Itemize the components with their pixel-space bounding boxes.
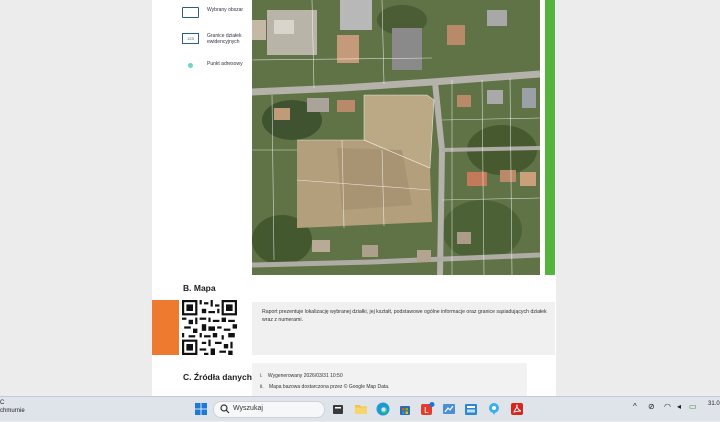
selected-area-swatch-icon (182, 7, 199, 18)
legend-label: Granice działek ewidencyjnych (207, 33, 242, 45)
legend-address-point: Punkt adresowy (180, 60, 250, 80)
store-icon[interactable] (397, 401, 413, 417)
taskbar-clock[interactable]: 31.0 (708, 401, 720, 407)
report-description: Raport prezentuje lokalizację wybranej d… (262, 309, 547, 323)
report-page: Wybrany obszar 123 Granice działek ewide… (152, 0, 556, 396)
source-item: ii. Mapa bazowa dostarczona przez © Goog… (260, 384, 389, 390)
volume-icon[interactable]: ◂ (677, 402, 681, 411)
source-item: i. Wygenerowany 2026/03/31 10:50 (260, 373, 343, 379)
svg-text:L: L (424, 406, 429, 415)
notifications-off-icon[interactable]: ⊘ (648, 402, 655, 411)
section-c-title: C. Źródła danych (183, 372, 252, 382)
search-placeholder: Wyszukaj (233, 405, 263, 412)
section-b-title: B. Mapa (183, 283, 216, 293)
wifi-icon[interactable]: ◠ (664, 402, 671, 411)
battery-icon[interactable]: ▭ (689, 402, 697, 411)
source-text: Mapa bazowa dostarczona przez © Google M… (269, 384, 390, 390)
onedrive-icon[interactable] (441, 401, 457, 417)
address-point-dot-icon (188, 63, 193, 68)
qr-code-image (182, 300, 237, 355)
map-legend: Wybrany obszar 123 Granice działek ewide… (180, 0, 250, 80)
maps-app-icon[interactable] (486, 401, 502, 417)
windows-taskbar: C chmurnie Wyszukaj L ^ ⊘ ◠ ◂ ▭ 31.0 (0, 396, 720, 421)
parcel-boundary-swatch-icon: 123 (182, 33, 199, 44)
source-text: Wygenerowany 2026/03/31 10:50 (267, 373, 343, 379)
legend-parcel-boundaries: 123 Granice działek ewidencyjnych (180, 32, 250, 54)
weather-widget[interactable]: C chmurnie (0, 399, 25, 415)
legend-selected-area: Wybrany obszar (180, 6, 250, 26)
legend-label: Punkt adresowy (207, 61, 243, 67)
windows-start-icon[interactable] (193, 401, 209, 417)
green-accent-bar (545, 0, 555, 275)
list-marker: i. (260, 373, 263, 379)
show-hidden-icons-chevron-icon[interactable]: ^ (633, 402, 637, 411)
satellite-imagery (252, 0, 540, 275)
description-box: Raport prezentuje lokalizację wybranej d… (252, 302, 555, 355)
edge-browser-icon[interactable] (375, 401, 391, 417)
weather-temp: C (0, 400, 5, 406)
file-explorer-icon[interactable] (353, 401, 369, 417)
search-icon (220, 404, 230, 414)
settings-app-icon[interactable] (463, 401, 479, 417)
satellite-map[interactable] (252, 0, 540, 275)
qr-code[interactable] (182, 300, 237, 355)
orange-accent-block (152, 300, 179, 355)
weather-desc: chmurnie (0, 408, 25, 414)
taskbar-search-input[interactable]: Wyszukaj (213, 401, 325, 418)
legend-label: Wybrany obszar (207, 7, 244, 13)
sources-box: i. Wygenerowany 2026/03/31 10:50 ii. Map… (252, 363, 527, 396)
acrobat-icon[interactable] (509, 401, 525, 417)
lens-app-icon[interactable]: L (419, 401, 435, 417)
widgets-icon[interactable] (330, 401, 346, 417)
list-marker: ii. (260, 384, 264, 390)
